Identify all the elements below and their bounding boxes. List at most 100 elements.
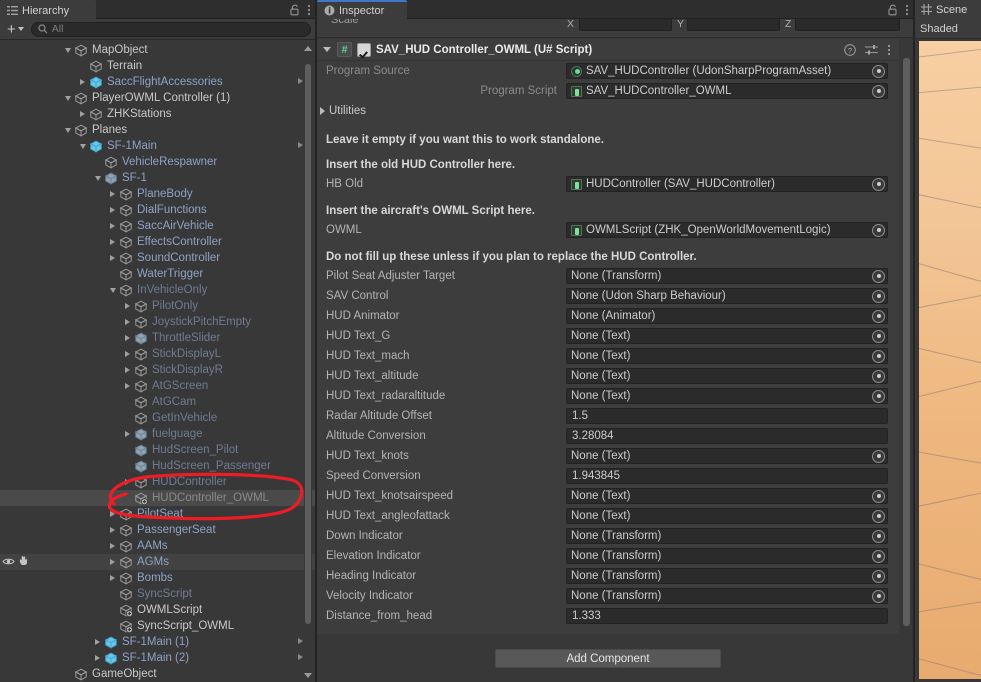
add-component-button[interactable]: Add Component <box>495 649 721 668</box>
hierarchy-item-hudscreen-passenger[interactable]: HudScreen_Passenger <box>0 458 315 474</box>
hierarchy-item-aams[interactable]: AAMs <box>0 538 315 554</box>
object-picker-icon[interactable] <box>872 269 885 283</box>
object-picker-icon[interactable] <box>872 489 885 503</box>
twirl-down-icon[interactable] <box>61 124 74 136</box>
hierarchy-item-throttleslider[interactable]: ThrottleSlider <box>0 330 315 346</box>
prefab-open-chevron-icon[interactable] <box>298 142 303 148</box>
twirl-right-icon[interactable] <box>121 428 134 440</box>
hierarchy-item-sf-1[interactable]: SF-1 <box>0 170 315 186</box>
twirl-right-icon[interactable] <box>106 556 119 568</box>
scale-y-field[interactable] <box>687 19 780 31</box>
object-field-hb-old[interactable]: HUDController (SAV_HUDController) <box>566 176 888 192</box>
number-field-distance-from-head[interactable]: 1.333 <box>566 608 888 624</box>
hierarchy-item-bombs[interactable]: Bombs <box>0 570 315 586</box>
object-field-hud-text-knots[interactable]: None (Text) <box>566 448 888 464</box>
hierarchy-item-playerowml-controller-1[interactable]: PlayerOWML Controller (1) <box>0 90 315 106</box>
twirl-down-icon[interactable] <box>91 172 104 184</box>
object-field-hud-text-g[interactable]: None (Text) <box>566 328 888 344</box>
help-icon[interactable]: ? <box>844 43 856 56</box>
hierarchy-item-atgcam[interactable]: AtGCam <box>0 394 315 410</box>
object-picker-icon[interactable] <box>872 289 885 303</box>
scroll-down-arrow-icon[interactable] <box>304 673 312 678</box>
scale-z-field[interactable] <box>795 19 900 31</box>
inspector-scrollbar[interactable] <box>902 44 911 660</box>
hierarchy-item-effectscontroller[interactable]: EffectsController <box>0 234 315 250</box>
scroll-up-arrow-icon[interactable] <box>304 46 312 51</box>
object-picker-icon[interactable] <box>872 64 885 78</box>
hierarchy-item-zhkstations[interactable]: ZHKStations <box>0 106 315 122</box>
hierarchy-item-hudcontroller-owml[interactable]: HUDController_OWML <box>0 490 315 506</box>
object-field-hud-text-altitude[interactable]: None (Text) <box>566 368 888 384</box>
twirl-right-icon[interactable] <box>121 476 134 488</box>
object-field-program-script[interactable]: SAV_HUDController_OWML <box>566 83 888 99</box>
prefab-open-chevron-icon[interactable] <box>298 654 303 660</box>
hierarchy-item-pilotseat[interactable]: PilotSeat <box>0 506 315 522</box>
twirl-right-icon[interactable] <box>76 108 89 120</box>
search-input[interactable]: All <box>30 21 311 37</box>
hierarchy-item-hudscreen-pilot[interactable]: HudScreen_Pilot <box>0 442 315 458</box>
component-header[interactable]: # SAV_HUD Controller_OWML (U# Script) ? <box>317 39 899 61</box>
tab-scene[interactable]: Scene <box>915 0 981 19</box>
object-field-owml[interactable]: OWMLScript (ZHK_OpenWorldMovementLogic) <box>566 222 888 238</box>
hierarchy-item-passengerseat[interactable]: PassengerSeat <box>0 522 315 538</box>
twirl-right-icon[interactable] <box>106 188 119 200</box>
object-picker-icon[interactable] <box>872 589 885 603</box>
hierarchy-item-planebody[interactable]: PlaneBody <box>0 186 315 202</box>
object-picker-icon[interactable] <box>872 389 885 403</box>
twirl-right-icon[interactable] <box>121 380 134 392</box>
tab-inspector[interactable]: Inspector <box>317 0 407 19</box>
hierarchy-item-watertrigger[interactable]: WaterTrigger <box>0 266 315 282</box>
hierarchy-scrollbar[interactable] <box>304 46 312 662</box>
hierarchy-item-planes[interactable]: Planes <box>0 122 315 138</box>
hierarchy-item-sf-1main-1[interactable]: SF-1Main (1) <box>0 634 315 650</box>
hierarchy-item-pilotonly[interactable]: PilotOnly <box>0 298 315 314</box>
hierarchy-item-agms[interactable]: AGMs <box>0 554 315 570</box>
object-field-hud-text-angleofattack[interactable]: None (Text) <box>566 508 888 524</box>
twirl-right-icon[interactable] <box>121 332 134 344</box>
scrollbar-thumb[interactable] <box>305 64 311 624</box>
hierarchy-item-terrain[interactable]: Terrain <box>0 58 315 74</box>
number-field-speed-conversion[interactable]: 1.943845 <box>566 468 888 484</box>
object-picker-icon[interactable] <box>872 84 885 98</box>
object-field-elevation-indicator[interactable]: None (Transform) <box>566 548 888 564</box>
eye-icon[interactable] <box>2 556 15 567</box>
prefab-open-chevron-icon[interactable] <box>298 78 303 84</box>
hierarchy-item-gameobject[interactable]: GameObject <box>0 666 315 682</box>
shading-mode-dropdown[interactable]: Shaded <box>920 23 958 35</box>
hierarchy-item-vehiclerespawner[interactable]: VehicleRespawner <box>0 154 315 170</box>
hierarchy-item-joystickpitchempty[interactable]: JoystickPitchEmpty <box>0 314 315 330</box>
twirl-right-icon[interactable] <box>91 636 104 648</box>
hierarchy-item-syncscript[interactable]: SyncScript <box>0 586 315 602</box>
object-picker-icon[interactable] <box>872 529 885 543</box>
object-field-hud-text-radaraltitude[interactable]: None (Text) <box>566 388 888 404</box>
twirl-right-icon[interactable] <box>121 316 134 328</box>
hierarchy-item-saccflightaccessories[interactable]: SaccFlightAccessories <box>0 74 315 90</box>
twirl-right-icon[interactable] <box>106 572 119 584</box>
kebab-menu-icon[interactable] <box>905 4 909 16</box>
component-enabled-checkbox[interactable] <box>357 42 371 57</box>
object-picker-icon[interactable] <box>872 309 885 323</box>
object-picker-icon[interactable] <box>872 549 885 563</box>
hierarchy-item-getinvehicle[interactable]: GetInVehicle <box>0 410 315 426</box>
hierarchy-item-dialfunctions[interactable]: DialFunctions <box>0 202 315 218</box>
object-picker-icon[interactable] <box>872 369 885 383</box>
object-picker-icon[interactable] <box>872 177 885 191</box>
twirl-right-icon[interactable] <box>121 364 134 376</box>
utilities-foldout[interactable]: Utilities <box>317 101 899 120</box>
object-field-heading-indicator[interactable]: None (Transform) <box>566 568 888 584</box>
twirl-right-icon[interactable] <box>106 540 119 552</box>
twirl-right-icon[interactable] <box>106 236 119 248</box>
twirl-right-icon[interactable] <box>121 348 134 360</box>
tab-hierarchy[interactable]: Hierarchy <box>0 0 96 19</box>
object-field-velocity-indicator[interactable]: None (Transform) <box>566 588 888 604</box>
scene-viewport[interactable] <box>919 41 981 679</box>
hierarchy-item-hudcontroller[interactable]: HUDController <box>0 474 315 490</box>
hierarchy-item-syncscript-owml[interactable]: SyncScript_OWML <box>0 618 315 634</box>
object-field-down-indicator[interactable]: None (Transform) <box>566 528 888 544</box>
hierarchy-item-invehicleonly[interactable]: InVehicleOnly <box>0 282 315 298</box>
twirl-right-icon[interactable] <box>106 220 119 232</box>
hierarchy-item-stickdisplayr[interactable]: StickDisplayR <box>0 362 315 378</box>
hierarchy-item-sf-1main-2[interactable]: SF-1Main (2) <box>0 650 315 666</box>
twirl-right-icon[interactable] <box>121 300 134 312</box>
hierarchy-item-soundcontroller[interactable]: SoundController <box>0 250 315 266</box>
